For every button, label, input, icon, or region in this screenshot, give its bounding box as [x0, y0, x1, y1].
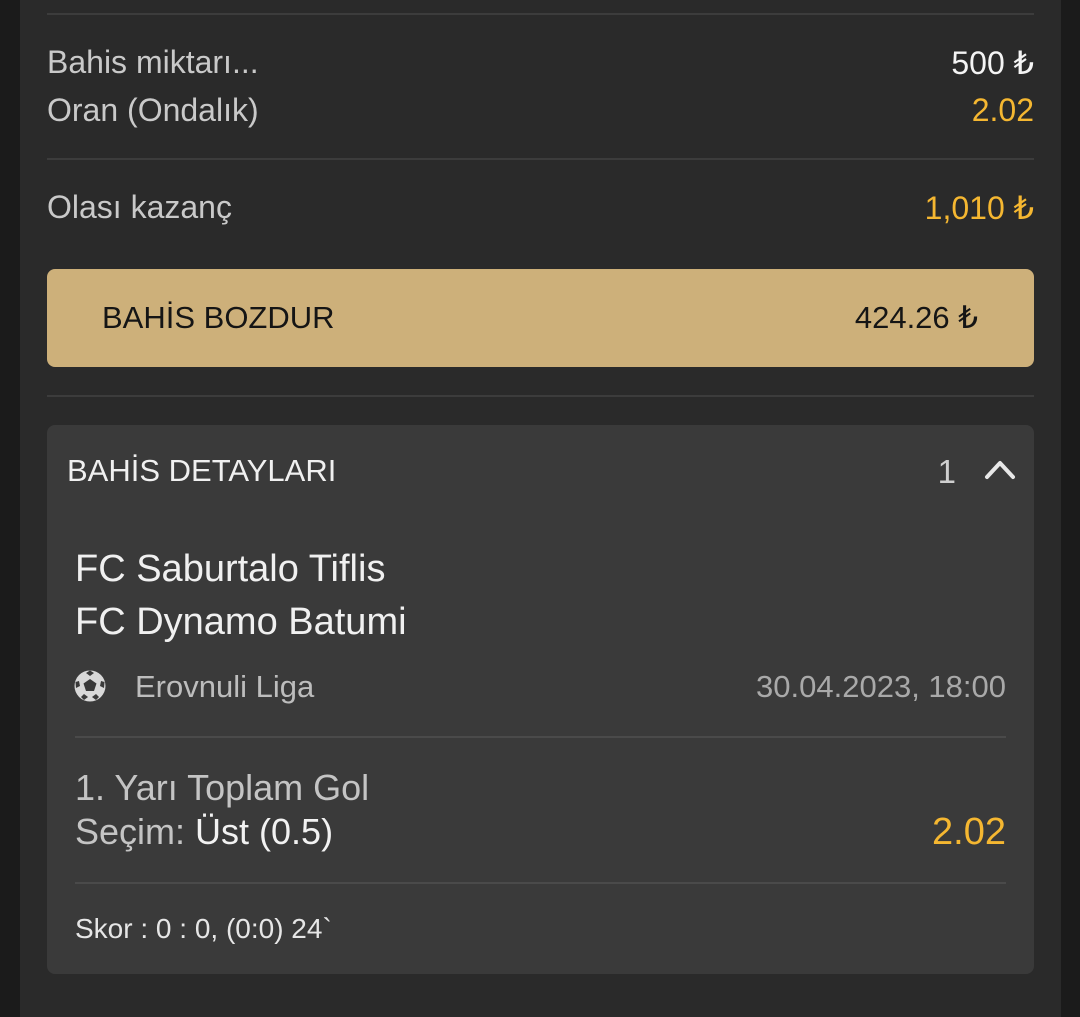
odds-label: Oran (Ondalık) — [47, 92, 259, 128]
selection-odds: 2.02 — [932, 811, 1006, 853]
summary-divider — [47, 158, 1034, 160]
chevron-up-icon[interactable] — [984, 458, 1016, 480]
bet-details-header[interactable]: BAHİS DETAYLARI 1 — [47, 425, 1034, 515]
winnings-value: 1,010 ₺ — [924, 190, 1034, 226]
soccer-ball-icon — [74, 670, 106, 702]
cashout-value: 424.26 ₺ — [854, 300, 978, 335]
stake-label: Bahis miktarı... — [47, 44, 259, 80]
cashout-label: BAHİS BOZDUR — [102, 300, 335, 335]
odds-value: 2.02 — [971, 92, 1034, 128]
bet-details-card: BAHİS DETAYLARI 1 FC Saburtalo Tiflis FC… — [47, 425, 1034, 974]
home-team: FC Saburtalo Tiflis — [75, 548, 386, 590]
cashout-button[interactable]: BAHİS BOZDUR 424.26 ₺ — [47, 269, 1034, 367]
cashout-divider — [47, 395, 1034, 397]
selection-label: Seçim: — [75, 811, 186, 852]
top-divider — [47, 13, 1034, 15]
away-team: FC Dynamo Batumi — [75, 601, 407, 643]
winnings-label: Olası kazanç — [47, 189, 232, 225]
selection-divider — [75, 882, 1006, 884]
score-text: Skor : 0 : 0, (0:0) 24` — [75, 913, 332, 944]
market-name: 1. Yarı Toplam Gol — [75, 767, 370, 808]
selection-value: Üst (0.5) — [195, 811, 334, 852]
stake-value: 500 ₺ — [951, 45, 1034, 81]
bet-details-title: BAHİS DETAYLARI — [67, 453, 337, 488]
league-name: Erovnuli Liga — [135, 669, 315, 704]
event-datetime: 30.04.2023, 18:00 — [756, 669, 1006, 704]
selection-line: Seçim: Üst (0.5) — [75, 811, 333, 853]
bet-details-count: 1 — [937, 453, 956, 490]
event-divider — [75, 736, 1006, 738]
